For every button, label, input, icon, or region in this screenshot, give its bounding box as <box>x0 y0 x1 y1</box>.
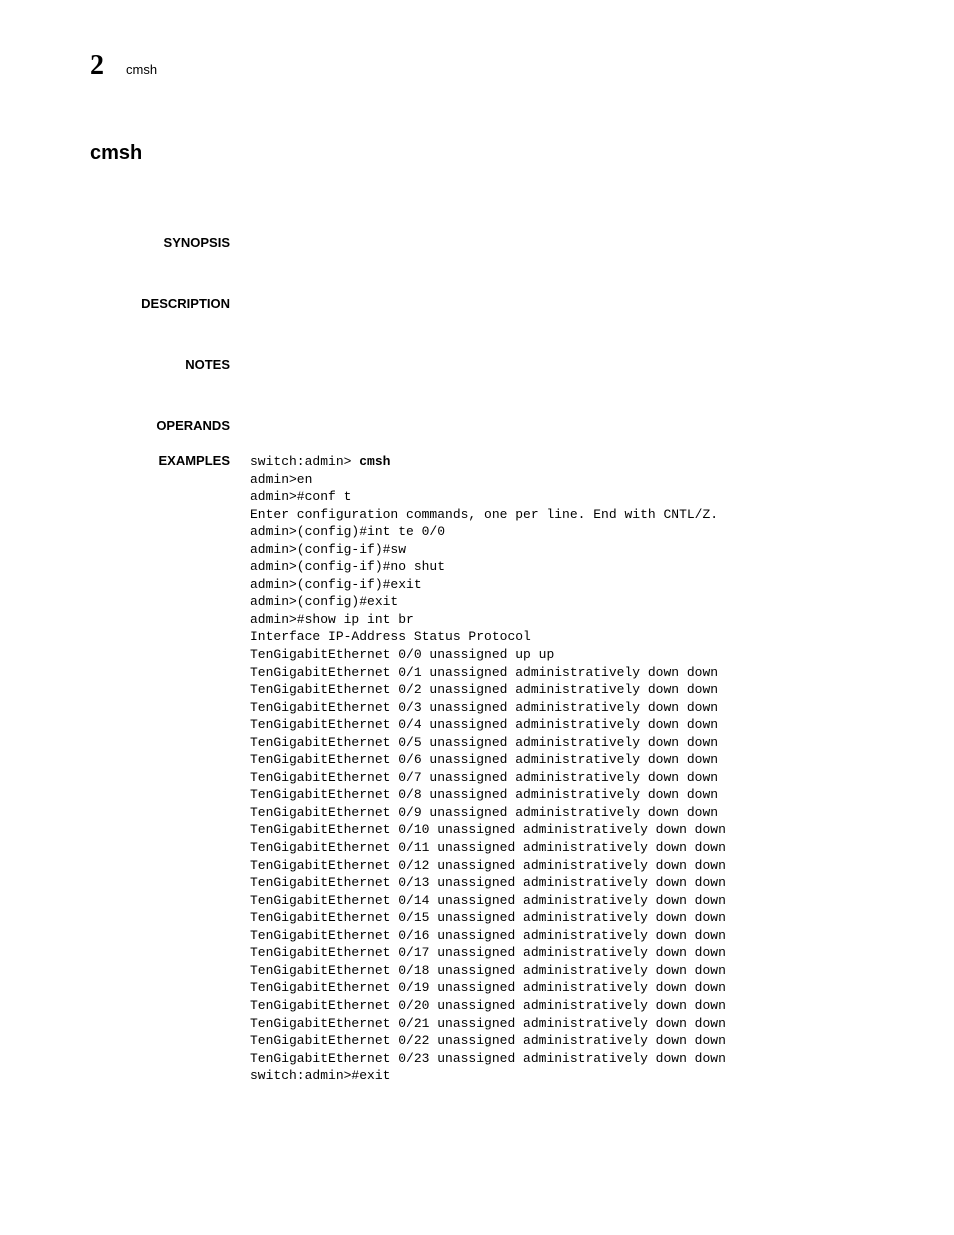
section-examples: EXAMPLES switch:admin> cmsh admin>en adm… <box>90 453 884 1085</box>
label-description: DESCRIPTION <box>90 296 250 311</box>
example-code-block: switch:admin> cmsh admin>en admin>#conf … <box>250 453 884 1085</box>
section-notes: NOTES <box>90 357 884 372</box>
header-command: cmsh <box>126 62 157 77</box>
page-header: 2 cmsh <box>90 50 884 82</box>
body-examples: switch:admin> cmsh admin>en admin>#conf … <box>250 453 884 1085</box>
page: 2 cmsh cmsh SYNOPSIS DESCRIPTION NOTES O… <box>0 0 954 1191</box>
label-operands: OPERANDS <box>90 418 250 433</box>
label-synopsis: SYNOPSIS <box>90 235 250 250</box>
label-examples: EXAMPLES <box>90 453 250 468</box>
chapter-number: 2 <box>90 50 104 82</box>
page-title: cmsh <box>90 142 884 165</box>
label-notes: NOTES <box>90 357 250 372</box>
section-description: DESCRIPTION <box>90 296 884 311</box>
section-synopsis: SYNOPSIS <box>90 235 884 250</box>
section-operands: OPERANDS <box>90 418 884 433</box>
